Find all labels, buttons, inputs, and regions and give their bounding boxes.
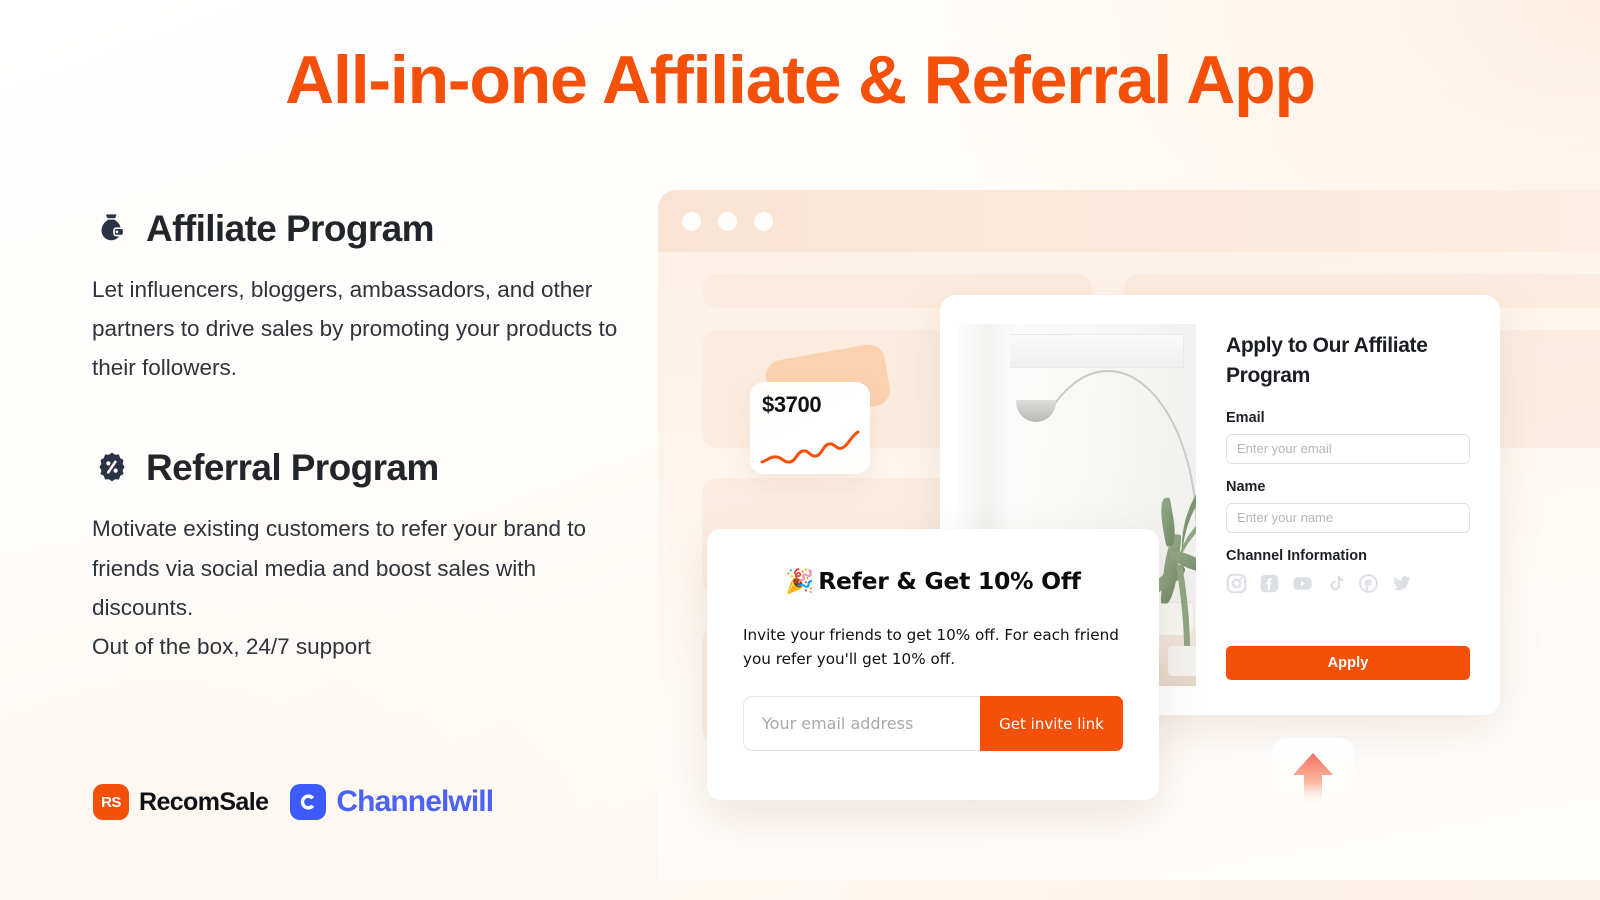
feature-heading: Referral Program [92, 447, 662, 487]
facebook-icon[interactable] [1259, 573, 1280, 594]
get-invite-link-button[interactable]: Get invite link [980, 696, 1123, 752]
refer-card-description: Invite your friends to get 10% off. For … [743, 626, 1119, 669]
pinterest-icon[interactable] [1358, 573, 1379, 594]
feature-title: Referral Program [146, 446, 439, 488]
channelwill-wordmark: Channelwill [336, 785, 494, 818]
feature-heading: Affiliate Program [92, 208, 662, 248]
party-popper-icon: 🎉 [785, 567, 815, 595]
feature-title: Affiliate Program [146, 207, 435, 249]
trend-line-icon [760, 430, 860, 464]
apply-affiliate-form: Apply to Our Affiliate Program Email Nam… [1196, 295, 1500, 715]
refer-promo-card: 🎉 Refer & Get 10% Off Invite your friends… [707, 529, 1159, 800]
photo-window-panel [1006, 334, 1184, 368]
earnings-stat-card: $3700 [750, 382, 870, 474]
logo-recomsale: RS RecomSale [93, 784, 269, 820]
apply-button[interactable]: Apply [1226, 646, 1470, 680]
channel-information-label: Channel Information [1226, 547, 1367, 564]
refer-card-title: 🎉 Refer & Get 10% Off [743, 567, 1123, 595]
refer-title-text: Refer & Get 10% Off [818, 567, 1081, 595]
promo-banner: All-in-one Affiliate & Referral App Affi… [0, 0, 1600, 900]
name-label: Name [1226, 478, 1266, 495]
instagram-icon[interactable] [1226, 573, 1247, 594]
social-channel-icons [1226, 573, 1470, 594]
channelwill-logo-icon [290, 784, 327, 820]
logo-channelwill: Channelwill [290, 784, 494, 820]
photo-plant-pot [1154, 602, 1194, 636]
feature-list: Affiliate Program Let influencers, blogg… [92, 208, 662, 666]
window-minimize-dot-icon [718, 211, 737, 231]
brand-logos: RS RecomSale Channelwill [93, 784, 494, 820]
form-title: Apply to Our Affiliate Program [1226, 334, 1428, 387]
money-bag-icon [92, 208, 132, 248]
twitter-icon[interactable] [1391, 573, 1412, 594]
up-arrow-icon [1293, 753, 1333, 807]
youtube-icon[interactable] [1292, 573, 1313, 594]
feature-affiliate-program: Affiliate Program Let influencers, blogg… [92, 208, 662, 387]
growth-arrow-card [1272, 738, 1354, 820]
recomsale-logo-icon: RS [93, 784, 129, 820]
feature-description: Motivate existing customers to refer you… [92, 516, 586, 659]
earnings-value: $3700 [762, 392, 822, 417]
email-label: Email [1226, 409, 1265, 426]
tiktok-icon[interactable] [1325, 573, 1346, 594]
refer-email-input[interactable] [743, 696, 980, 752]
browser-title-bar [658, 190, 1600, 252]
discount-badge-icon [92, 447, 132, 487]
page-title: All-in-one Affiliate & Referral App [285, 42, 1316, 118]
recomsale-wordmark: RecomSale [139, 787, 269, 816]
window-close-dot-icon [682, 211, 701, 231]
email-field[interactable] [1226, 433, 1470, 464]
feature-referral-program: Referral Program Motivate existing custo… [92, 447, 662, 666]
window-maximize-dot-icon [754, 211, 773, 231]
name-field[interactable] [1226, 502, 1470, 533]
feature-description: Let influencers, bloggers, ambassadors, … [92, 277, 618, 381]
refer-form-row: Get invite link [743, 696, 1123, 752]
